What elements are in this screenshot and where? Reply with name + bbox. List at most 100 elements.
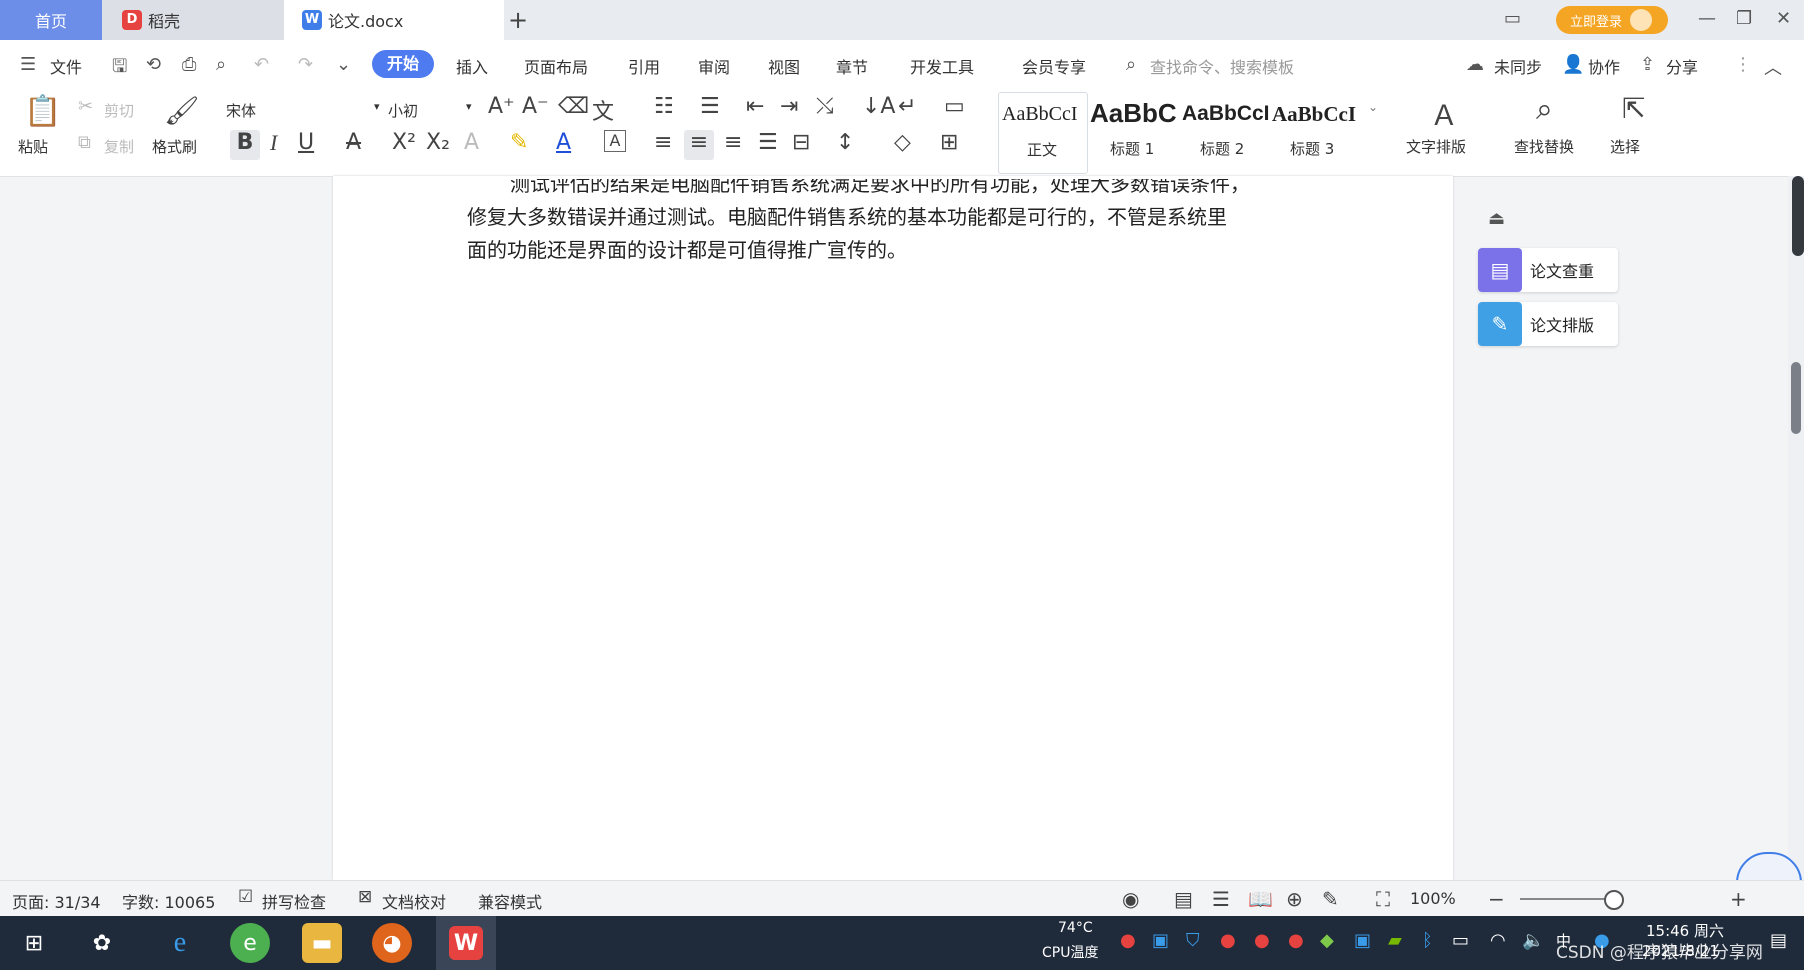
browser-icon[interactable]: e [230, 923, 270, 963]
find-replace-button[interactable]: 查找替换 [1514, 136, 1574, 157]
print-icon[interactable]: ⎙ [182, 54, 196, 75]
undo-history-icon[interactable]: ⟲ [146, 54, 161, 75]
notification-icon[interactable]: ▤ [1770, 930, 1787, 951]
border-icon[interactable]: ⊞ [940, 130, 958, 155]
zoom-in-icon[interactable]: + [1730, 887, 1747, 911]
chevron-down-icon[interactable]: ▾ [374, 100, 380, 113]
tab-member[interactable]: 会员专享 [1022, 54, 1086, 78]
zoom-level[interactable]: 100% [1410, 889, 1456, 908]
volume-icon[interactable]: 🔈 [1522, 930, 1544, 951]
text-effect-icon[interactable]: A [464, 130, 479, 155]
bullet-list-icon[interactable]: ☷ [654, 94, 674, 119]
font-color-icon[interactable]: A [556, 130, 571, 155]
align-right-icon[interactable]: ≡ [724, 130, 742, 155]
shield-icon[interactable]: ⛉ [1186, 930, 1200, 951]
paper-check-button[interactable]: ▤ 论文查重 [1478, 248, 1618, 292]
redo-icon[interactable]: ↷ [298, 54, 313, 75]
font-size-select[interactable]: 小初 [388, 100, 418, 121]
tab-view[interactable]: 视图 [768, 54, 800, 78]
tab-chapter[interactable]: 章节 [836, 54, 868, 78]
zoom-out-icon[interactable]: − [1488, 887, 1505, 911]
numbered-list-icon[interactable]: ☰ [700, 94, 720, 119]
tab-daoke[interactable]: D 稻壳 [102, 0, 284, 40]
word-count[interactable]: 字数: 10065 [122, 889, 215, 913]
select-button[interactable]: 选择 [1610, 136, 1640, 157]
tray-app-icon[interactable]: ▣ [1152, 930, 1169, 951]
new-tab-button[interactable]: + [508, 6, 528, 34]
collapse-ribbon-icon[interactable]: ︿ [1764, 54, 1782, 80]
ie-browser-icon[interactable]: e [160, 923, 200, 963]
outdent-icon[interactable]: ⇤ [746, 94, 764, 119]
align-center-icon[interactable]: ≡ [684, 130, 714, 160]
share-button[interactable]: 分享 [1666, 54, 1698, 78]
save-icon[interactable]: 🖫 [112, 54, 127, 84]
close-icon[interactable]: ✕ [1776, 8, 1791, 29]
document-paragraph-line[interactable]: 面的功能还是界面的设计都是可值得推广宣传的。 [467, 234, 907, 263]
command-search-input[interactable]: 查找命令、搜索模板 [1150, 54, 1294, 78]
tab-insert[interactable]: 插入 [456, 54, 488, 78]
tab-review[interactable]: 审阅 [698, 54, 730, 78]
shrink-font-icon[interactable]: A⁻ [522, 94, 549, 119]
italic-icon[interactable]: I [270, 130, 277, 156]
file-explorer-icon[interactable]: ▬ [302, 923, 342, 963]
grow-font-icon[interactable]: A⁺ [488, 94, 515, 119]
shading-icon[interactable]: ◇ [894, 130, 911, 155]
style-heading-2[interactable]: AaBbCcI 标题 2 [1182, 92, 1272, 172]
styles-more-icon[interactable]: ⌄ [1368, 100, 1378, 114]
print-preview-icon[interactable]: ⌕ [216, 54, 226, 75]
zoom-slider-handle[interactable] [1604, 890, 1624, 910]
fit-page-icon[interactable]: ⛶ [1376, 887, 1390, 911]
assistant-handle[interactable] [1792, 176, 1804, 256]
tab-start[interactable]: 开始 [372, 50, 434, 78]
strikethrough-icon[interactable]: A [346, 130, 361, 155]
copy-icon[interactable]: ⧉ [78, 132, 91, 153]
style-heading-1[interactable]: AaBbC 标题 1 [1090, 92, 1180, 172]
nvidia-icon[interactable]: ▰ [1388, 930, 1402, 951]
paste-button[interactable]: 粘贴 [18, 136, 48, 157]
wifi-icon[interactable]: ◠ [1490, 930, 1506, 951]
proofread-button[interactable]: 文档校对 [382, 889, 446, 913]
collapse-panel-icon[interactable]: ⏏ [1488, 208, 1505, 229]
char-border-icon[interactable]: A [604, 130, 626, 152]
scissors-icon[interactable]: ✂ [78, 96, 93, 117]
tab-reference[interactable]: 引用 [628, 54, 660, 78]
show-marks-icon[interactable]: ↵ [898, 94, 916, 119]
tab-layout[interactable]: 页面布局 [524, 54, 588, 78]
windows-start-icon[interactable]: ⊞ [14, 923, 54, 963]
app-icon[interactable]: ◕ [372, 923, 412, 963]
chevron-down-icon[interactable]: ▾ [466, 100, 472, 113]
sort-icon[interactable]: ↓A [862, 94, 895, 119]
page-view-icon[interactable]: ▤ [1174, 887, 1193, 911]
hamburger-icon[interactable]: ☰ [20, 54, 36, 75]
scrollbar-thumb[interactable] [1791, 362, 1801, 434]
font-name-select[interactable]: 宋体 [226, 100, 256, 121]
tab-devtools[interactable]: 开发工具 [910, 54, 974, 78]
spell-check-button[interactable]: 拼写检查 [262, 889, 326, 913]
undo-icon[interactable]: ↶ [254, 54, 269, 75]
bluetooth-icon[interactable]: ᛒ [1422, 930, 1433, 951]
minimize-icon[interactable]: — [1698, 8, 1716, 29]
layout-icon[interactable]: ▭ [1504, 8, 1521, 29]
menu-file[interactable]: 文件 [50, 54, 82, 78]
collab-button[interactable]: 协作 [1588, 54, 1620, 78]
justify-icon[interactable]: ☰ [758, 130, 778, 155]
sync-status[interactable]: 未同步 [1494, 54, 1542, 78]
bold-icon[interactable]: B [230, 130, 260, 160]
text-layout-icon[interactable]: Ａ [1430, 94, 1458, 134]
page-indicator[interactable]: 页面: 31/34 [12, 889, 101, 913]
paper-format-button[interactable]: ✎ 论文排版 [1478, 302, 1618, 346]
text-layout-button[interactable]: 文字排版 [1406, 136, 1466, 157]
distribute-icon[interactable]: ⊟ [792, 130, 810, 155]
document-paragraph-line[interactable]: 修复大多数错误并通过测试。电脑配件销售系统的基本功能都是可行的，不管是系统里 [467, 201, 1227, 230]
phonetic-icon[interactable]: 文 [592, 94, 614, 126]
search-icon[interactable]: ⌕ [1536, 92, 1553, 127]
zoom-slider-track[interactable] [1520, 898, 1610, 900]
document-page[interactable] [333, 176, 1453, 880]
tab-document[interactable]: W 论文.docx [284, 0, 504, 40]
tray-app-icon[interactable]: ● [1288, 930, 1304, 951]
cut-button[interactable]: 剪切 [104, 100, 134, 121]
restore-icon[interactable]: ❐ [1736, 8, 1752, 29]
indent-icon[interactable]: ⇥ [780, 94, 798, 119]
copy-button[interactable]: 复制 [104, 136, 134, 157]
battery-icon[interactable]: ▭ [1452, 930, 1469, 951]
